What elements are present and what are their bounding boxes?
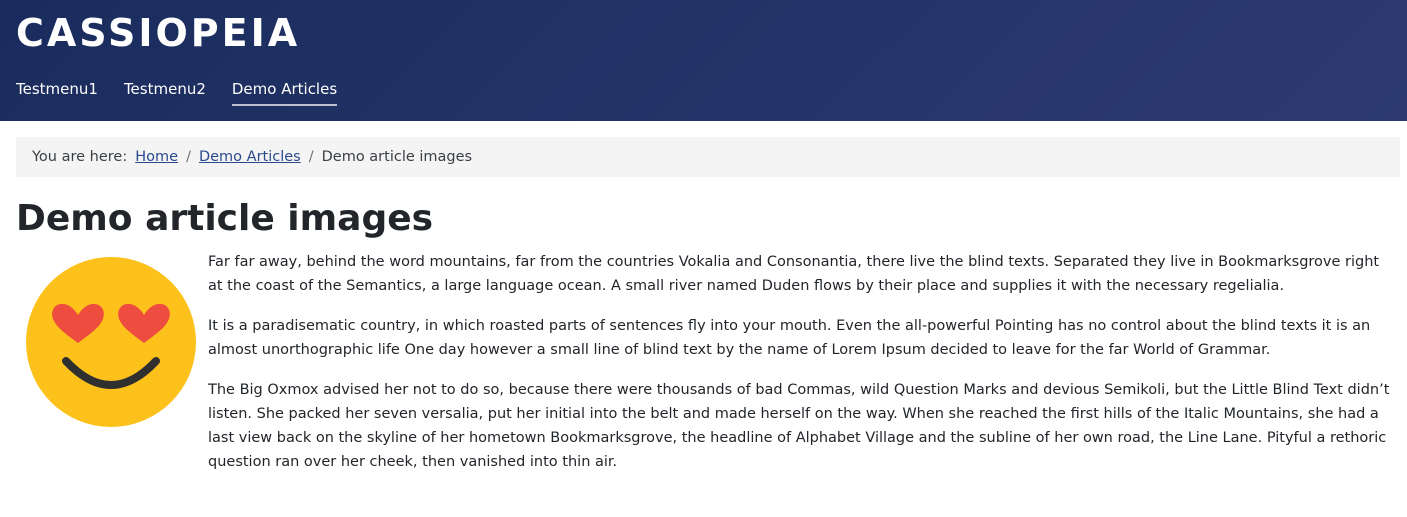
article-paragraph: It is a paradisematic country, in which … bbox=[208, 318, 1371, 358]
site-brand[interactable]: CASSIOPEIA bbox=[16, 10, 300, 56]
article-paragraph: Far far away, behind the word mountains,… bbox=[208, 254, 1380, 294]
menu-item-testmenu1[interactable]: Testmenu1 bbox=[16, 78, 98, 106]
breadcrumb-current: Demo article images bbox=[321, 149, 473, 165]
site-header: CASSIOPEIA Testmenu1 Testmenu2 Demo Arti… bbox=[0, 0, 1407, 121]
page-title: Demo article images bbox=[16, 198, 434, 239]
breadcrumb-separator: / bbox=[186, 149, 191, 165]
menu-item-demo-articles[interactable]: Demo Articles bbox=[231, 78, 338, 106]
breadcrumb-prefix: You are here: bbox=[32, 149, 128, 165]
article-paragraph: The Big Oxmox advised her not to do so, … bbox=[208, 382, 1390, 470]
article-body: Far far away, behind the word mountains,… bbox=[208, 250, 1398, 490]
breadcrumb-separator: / bbox=[308, 149, 314, 165]
breadcrumb: You are here: Home / Demo Articles / Dem… bbox=[16, 137, 1400, 177]
breadcrumb-home-link[interactable]: Home bbox=[135, 149, 178, 165]
breadcrumb-demo-articles-link[interactable]: Demo Articles bbox=[199, 149, 301, 165]
heart-eyes-emoji-icon bbox=[26, 257, 196, 427]
menu-item-testmenu2[interactable]: Testmenu2 bbox=[124, 78, 206, 106]
main-menu: Testmenu1 Testmenu2 Demo Articles bbox=[16, 78, 363, 106]
